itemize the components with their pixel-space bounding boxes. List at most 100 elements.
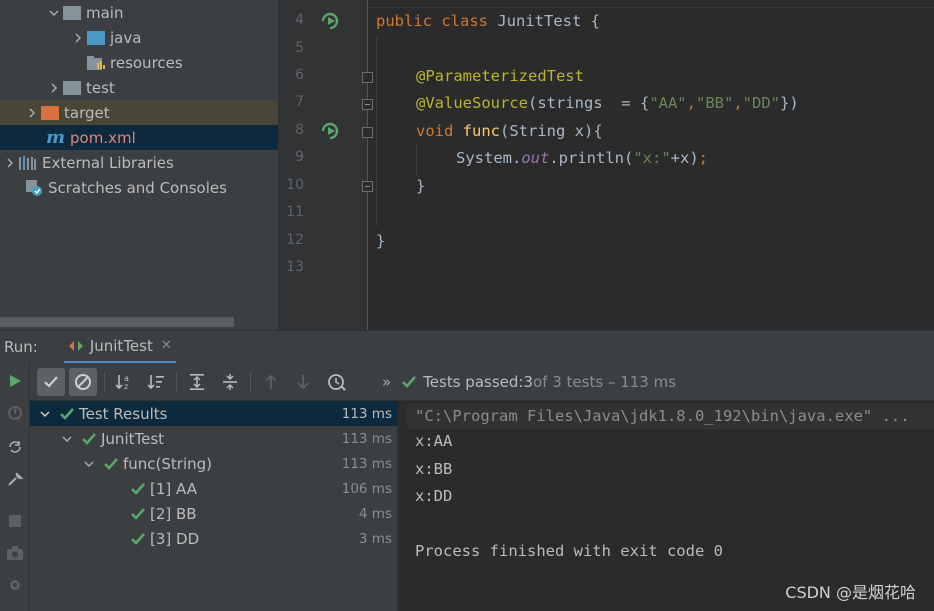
sort-by-duration-button[interactable] xyxy=(142,368,170,396)
console-line: x:DD xyxy=(415,487,453,505)
passed-check-icon xyxy=(104,457,118,470)
tab-junittest[interactable]: JunitTest ✕ xyxy=(63,331,176,364)
show-passed-button[interactable] xyxy=(37,368,65,396)
wrench-icon xyxy=(8,472,24,486)
tree-item-external-libraries[interactable]: External Libraries xyxy=(0,150,278,175)
line-number: 13 xyxy=(286,259,304,275)
next-failed-button[interactable] xyxy=(289,368,317,396)
expand-all-icon xyxy=(190,374,204,390)
tree-item-label: pom.xml xyxy=(70,128,136,147)
rerun-failed-button[interactable] xyxy=(3,401,27,425)
chevron-down-icon[interactable] xyxy=(37,401,53,426)
junit-test-icon xyxy=(68,340,83,351)
close-icon[interactable]: ✕ xyxy=(161,338,172,353)
passed-check-icon xyxy=(131,532,145,545)
code-token: System. xyxy=(456,149,522,167)
collapse-all-button[interactable] xyxy=(216,368,244,396)
chevron-right-icon[interactable] xyxy=(46,75,62,100)
line-number: 12 xyxy=(286,232,304,248)
chevron-right-icon[interactable] xyxy=(2,150,18,175)
test-class-row[interactable]: JunitTest 113 ms xyxy=(30,426,398,451)
code-token: @ValueSource xyxy=(416,94,528,112)
code-line-9: System.out.println("x:"+x); xyxy=(456,149,708,167)
code-token: "BB" xyxy=(695,94,734,112)
sort-alphabetically-button[interactable]: az xyxy=(110,368,138,396)
ignored-icon xyxy=(75,374,91,390)
auto-test-icon xyxy=(9,441,21,453)
chevron-down-icon[interactable] xyxy=(59,426,75,451)
console-output[interactable]: "C:\Program Files\Java\jdk1.8.0_192\bin\… xyxy=(399,401,934,611)
fold-marker-icon[interactable] xyxy=(362,72,373,83)
show-ignored-button[interactable] xyxy=(69,368,97,396)
libraries-icon xyxy=(18,150,38,175)
tree-item-main[interactable]: main xyxy=(0,0,278,25)
result-label: func(String) xyxy=(123,454,213,473)
test-case-row[interactable]: [2] BB 4 ms xyxy=(30,501,398,526)
rerun-button[interactable] xyxy=(3,369,27,393)
tree-item-label: Scratches and Consoles xyxy=(48,178,227,197)
test-method-row[interactable]: func(String) 113 ms xyxy=(30,451,398,476)
code-token: @ParameterizedTest xyxy=(416,67,584,85)
chevron-right-icon[interactable] xyxy=(24,100,40,125)
horizontal-scrollbar[interactable] xyxy=(0,317,234,327)
settings-button[interactable] xyxy=(3,467,27,491)
run-left-toolbar xyxy=(0,363,30,611)
tree-item-label: java xyxy=(110,28,142,47)
code-token: .println( xyxy=(549,149,634,167)
tree-item-java[interactable]: java xyxy=(0,25,278,50)
test-results-root[interactable]: Test Results 113 ms xyxy=(30,401,398,426)
result-label: [1] AA xyxy=(150,479,197,498)
test-case-row[interactable]: [3] DD 3 ms xyxy=(30,526,398,551)
previous-failed-button[interactable] xyxy=(257,368,285,396)
code-token: func xyxy=(462,122,500,140)
test-status: » Tests passed: 3 of 3 tests – 113 ms xyxy=(382,363,676,401)
test-history-button[interactable] xyxy=(323,368,351,396)
test-case-row[interactable]: [1] AA 106 ms xyxy=(30,476,398,501)
code-token: JunitTest { xyxy=(497,12,600,30)
code-token: out xyxy=(521,149,550,167)
code-line-8: void func(String x){ xyxy=(416,122,603,140)
tree-item-target[interactable]: target xyxy=(0,100,278,125)
fold-marker-icon[interactable] xyxy=(362,181,373,192)
dump-threads-button[interactable] xyxy=(3,541,27,565)
line-number: 7 xyxy=(295,94,304,110)
check-icon xyxy=(402,376,417,388)
status-detail: of 3 tests – 113 ms xyxy=(533,373,677,391)
run-title: Run: xyxy=(4,338,38,356)
chevron-down-icon[interactable] xyxy=(81,451,97,476)
fold-marker-icon[interactable] xyxy=(362,99,373,110)
tree-item-scratches[interactable]: Scratches and Consoles xyxy=(0,175,278,200)
code-token: ; xyxy=(698,149,708,167)
tree-item-test[interactable]: test xyxy=(0,75,278,100)
more-button[interactable] xyxy=(3,573,27,597)
code-token: void xyxy=(416,122,463,140)
stop-button[interactable] xyxy=(3,509,27,533)
code-token: } xyxy=(376,232,386,250)
tree-item-pom-xml[interactable]: m pom.xml xyxy=(0,125,278,150)
result-time: 4 ms xyxy=(358,505,392,522)
more-chevron-icon[interactable]: » xyxy=(382,373,391,391)
play-icon xyxy=(10,375,21,387)
arrow-up-icon xyxy=(265,374,277,389)
console-command-line[interactable]: "C:\Program Files\Java\jdk1.8.0_192\bin\… xyxy=(407,403,934,429)
code-line-6: @ParameterizedTest xyxy=(416,67,584,85)
run-test-gutter-icon[interactable] xyxy=(319,120,341,142)
toolbar-separator xyxy=(176,372,177,392)
svg-text:z: z xyxy=(124,382,128,391)
run-test-gutter-icon[interactable] xyxy=(319,10,341,32)
expand-all-button[interactable] xyxy=(183,368,211,396)
tree-item-resources[interactable]: resources xyxy=(0,50,278,75)
toolbar-separator xyxy=(250,372,251,392)
fold-marker-icon[interactable] xyxy=(362,127,373,138)
indent-guide xyxy=(416,145,417,175)
tab-label: JunitTest xyxy=(89,336,153,355)
code-editor[interactable]: 4 5 6 7 8 9 10 11 12 13 public class Jun… xyxy=(278,0,934,330)
code-token: , xyxy=(686,94,696,112)
chevron-right-icon[interactable] xyxy=(70,25,86,50)
result-label: [2] BB xyxy=(150,504,197,523)
result-label: Test Results xyxy=(79,404,168,423)
console-line: x:AA xyxy=(415,432,453,450)
chevron-down-icon[interactable] xyxy=(46,0,62,25)
code-line-10: } xyxy=(416,177,425,195)
toggle-auto-test-button[interactable] xyxy=(3,435,27,459)
